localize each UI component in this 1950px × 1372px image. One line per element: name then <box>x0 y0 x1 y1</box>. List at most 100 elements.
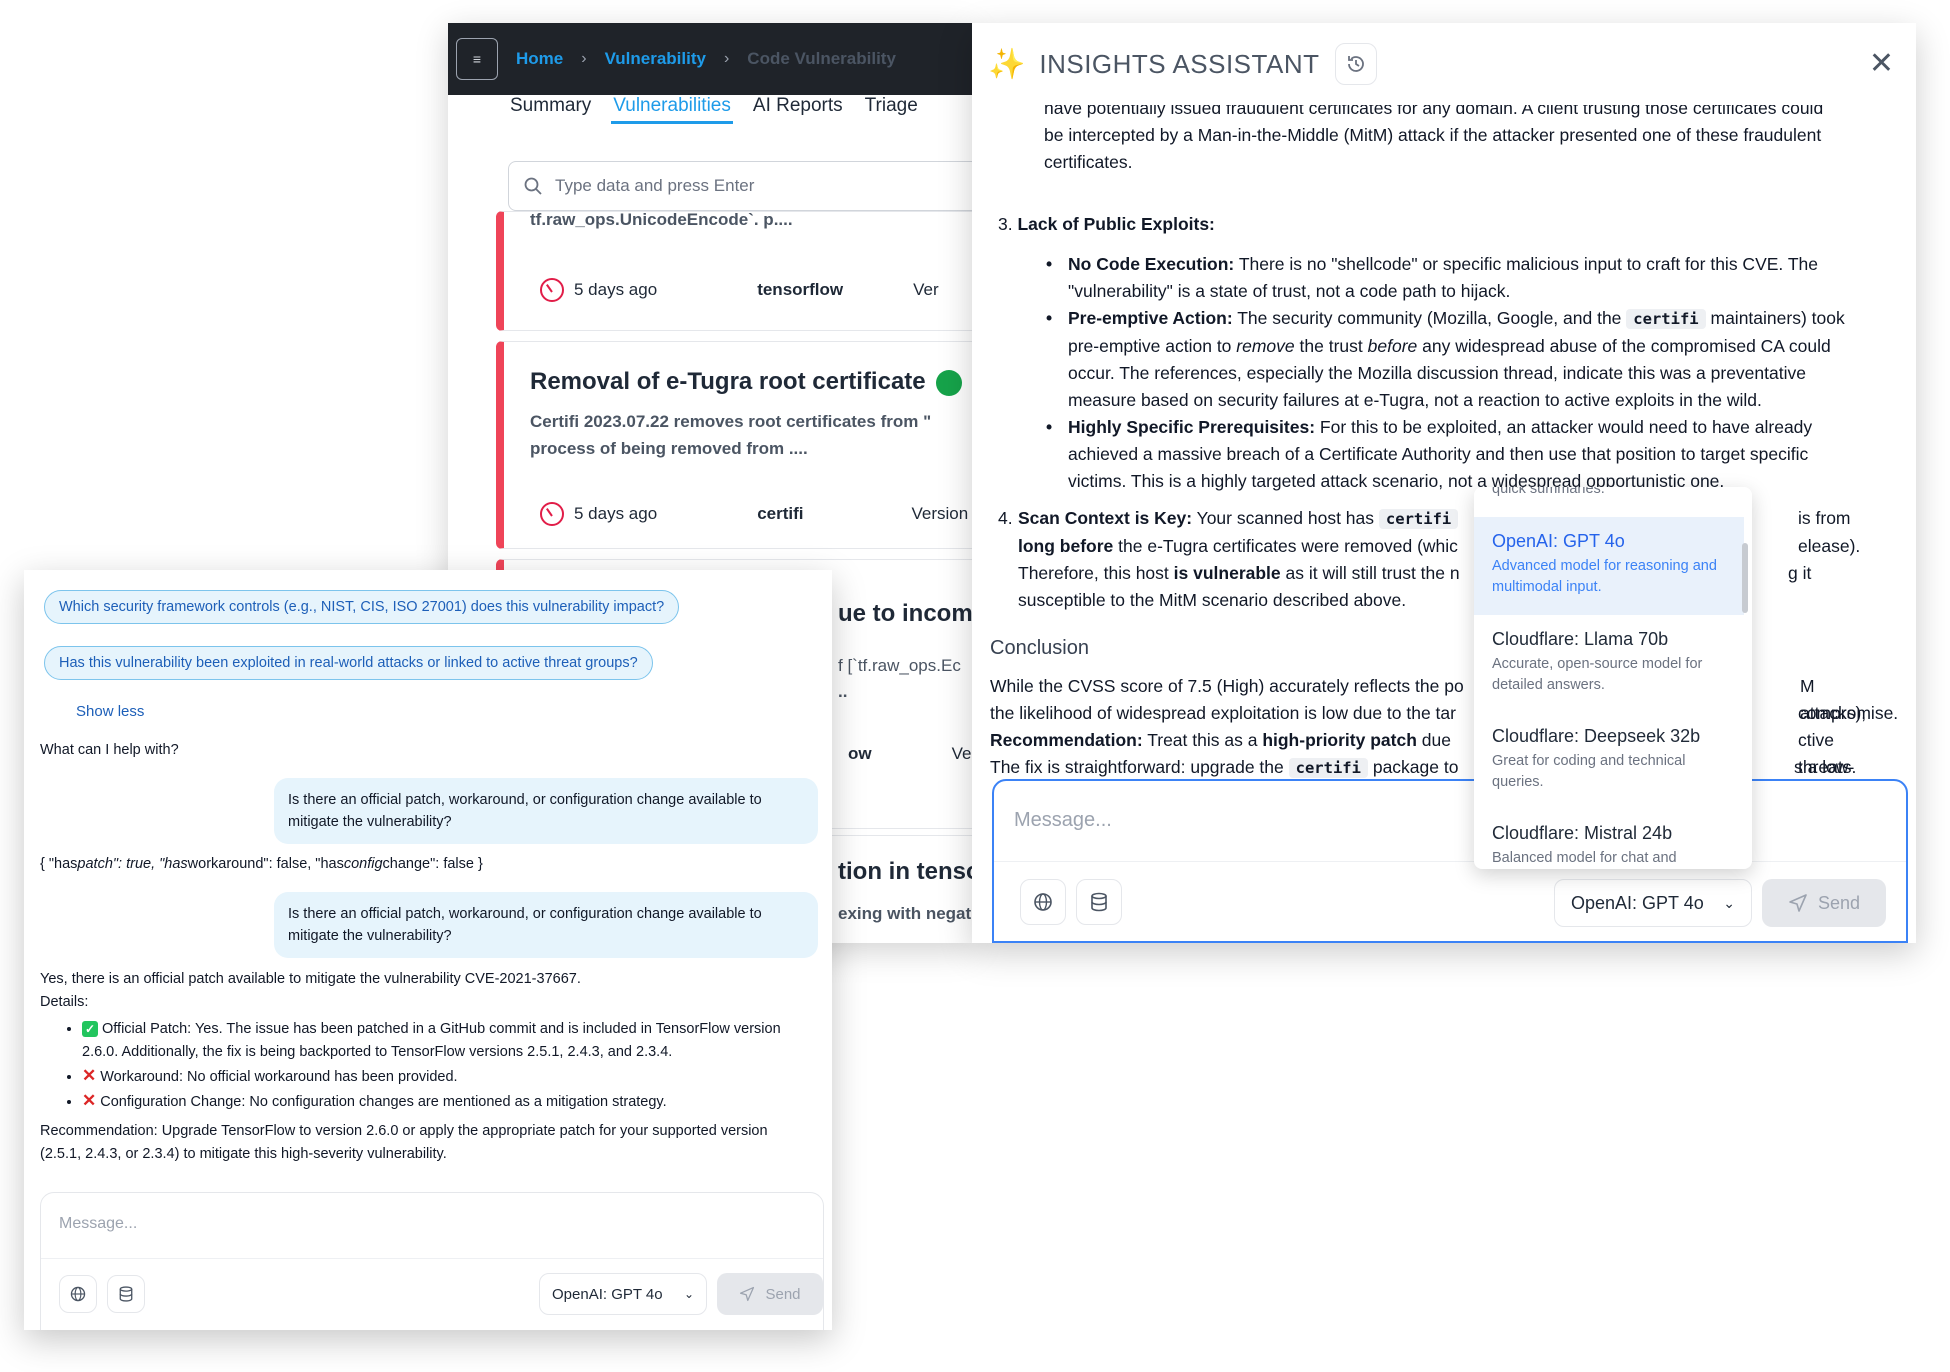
database-button[interactable] <box>1076 879 1122 925</box>
assistant-response: have potentially issued fraudulent certi… <box>972 105 1916 805</box>
model-option-mistral-24b[interactable]: Cloudflare: Mistral 24b Balanced model f… <box>1474 809 1744 869</box>
card-package: tensorflow <box>757 280 844 299</box>
assistant-json-response: { "haspatch": true, "hasworkaround": fal… <box>40 856 483 872</box>
card-title-fragment: tion in tenso <box>838 858 972 885</box>
message-composer: Message... OpenAI: GPT 4o ⌄ Send <box>992 779 1908 943</box>
response-paragraph: have potentially issued fraudulent certi… <box>1044 105 1824 172</box>
vulnerability-card[interactable]: Removal of e-Tugra root certificate Cert… <box>496 341 972 549</box>
card-desc: process of being removed from .... <box>530 439 808 458</box>
option-name: OpenAI: GPT 4o <box>1492 531 1625 551</box>
insights-assistant-panel: ✨ INSIGHTS ASSISTANT ✕ have potentially … <box>972 23 1916 943</box>
chevron-right-icon: › <box>581 50 587 67</box>
globe-icon <box>1034 893 1052 911</box>
tab-summary[interactable]: Summary <box>508 95 593 124</box>
list-item: ✕Workaround: No official workaround has … <box>82 1064 800 1089</box>
model-select-value: OpenAI: GPT 4o <box>1571 892 1704 913</box>
breadcrumb-home[interactable]: Home <box>516 49 563 69</box>
user-message: Is there an official patch, workaround, … <box>274 892 818 958</box>
tab-ai-reports[interactable]: AI Reports <box>751 95 845 124</box>
search-input[interactable]: Type data and press Enter <box>508 161 972 211</box>
send-button[interactable]: Send <box>1762 879 1886 927</box>
list-item: ✕Configuration Change: No configuration … <box>82 1089 800 1114</box>
card-time: 5 days ago <box>574 280 658 299</box>
database-button[interactable] <box>107 1275 145 1313</box>
option-desc: Advanced model for reasoning and multimo… <box>1492 558 1717 595</box>
send-icon <box>740 1286 755 1302</box>
model-select[interactable]: OpenAI: GPT 4o ⌄ <box>1554 879 1752 927</box>
timer-icon <box>540 502 564 526</box>
dropdown-scrollbar[interactable] <box>1742 543 1748 613</box>
assistant-greeting: What can I help with? <box>40 742 179 758</box>
top-navbar: ≡ Home › Vulnerability › Code Vulnerabil… <box>448 23 972 95</box>
timer-icon <box>540 278 564 302</box>
card-desc-fragment: f [`tf.raw_ops.Ec <box>838 656 961 675</box>
message-composer: Message... OpenAI: GPT 4o ⌄ Send <box>40 1192 824 1330</box>
cross-icon: ✕ <box>82 1091 97 1110</box>
chevron-down-icon: ⌄ <box>683 1287 694 1301</box>
option-name: Cloudflare: Deepseek 32b <box>1492 726 1701 746</box>
divider <box>41 1258 823 1259</box>
tab-bar: Summary Vulnerabilities AI Reports Triag… <box>508 95 920 124</box>
globe-icon <box>70 1286 86 1302</box>
chevron-down-icon: ⌄ <box>1723 894 1735 911</box>
model-option-gpt-4o[interactable]: OpenAI: GPT 4o Advanced model for reason… <box>1474 517 1744 615</box>
card-desc-fragment: .. <box>838 682 848 701</box>
response-heading: Conclusion <box>990 637 1089 659</box>
model-select[interactable]: OpenAI: GPT 4o ⌄ <box>539 1273 707 1315</box>
assistant-title: INSIGHTS ASSISTANT <box>1039 48 1320 79</box>
tab-triage[interactable]: Triage <box>863 95 920 124</box>
chat-window: Which security framework controls (e.g.,… <box>24 570 832 1330</box>
close-icon[interactable]: ✕ <box>1869 49 1894 79</box>
answer-list: ✓Official Patch: Yes. The issue has been… <box>40 1018 800 1114</box>
user-message: Is there an official patch, workaround, … <box>274 778 818 844</box>
vulnerability-card[interactable]: tf.raw_ops.UnicodeEncode`. p.... 5 days … <box>496 211 972 331</box>
menu-toggle-button[interactable]: ≡ <box>456 38 498 80</box>
card-version: Ve <box>951 744 972 763</box>
database-icon <box>119 1286 133 1302</box>
option-desc: Balanced model for chat and <box>1492 850 1677 866</box>
divider <box>994 861 1906 862</box>
list-item: Highly Specific Prerequisites: For this … <box>1044 414 1864 495</box>
chevron-right-icon: › <box>723 50 730 67</box>
send-icon <box>1789 894 1807 912</box>
send-label: Send <box>1817 892 1861 913</box>
history-button[interactable] <box>1335 43 1378 85</box>
card-desc-fragment: tf.raw_ops.UnicodeEncode`. p.... <box>530 211 793 229</box>
cross-icon: ✕ <box>82 1066 97 1085</box>
option-name: Cloudflare: Mistral 24b <box>1492 823 1673 843</box>
web-search-button[interactable] <box>1020 879 1066 925</box>
list-item: ✓Official Patch: Yes. The issue has been… <box>82 1018 800 1064</box>
list-item: No Code Execution: There is no "shellcod… <box>1044 251 1864 305</box>
tab-vulnerabilities[interactable]: Vulnerabilities <box>611 95 733 124</box>
model-option-llama-70b[interactable]: Cloudflare: Llama 70b Accurate, open-sou… <box>1474 615 1744 710</box>
send-label: Send <box>765 1285 801 1303</box>
message-input[interactable]: Message... <box>59 1215 137 1233</box>
search-icon <box>524 177 542 195</box>
option-desc: Accurate, open-source model for detailed… <box>1492 656 1703 693</box>
option-name: Cloudflare: Llama 70b <box>1492 629 1669 649</box>
assistant-answer: Yes, there is an official patch availabl… <box>40 968 800 1166</box>
card-time: 5 days ago <box>574 504 658 523</box>
response-heading: 3. Lack of Public Exploits: <box>998 214 1215 234</box>
search-placeholder: Type data and press Enter <box>555 176 755 195</box>
database-icon <box>1091 892 1107 912</box>
card-version: Version <box>911 504 969 523</box>
card-package: certifi <box>757 504 804 523</box>
response-list: No Code Execution: There is no "shellcod… <box>1044 251 1864 495</box>
send-button[interactable]: Send <box>717 1273 823 1315</box>
message-input[interactable]: Message... <box>1014 809 1112 832</box>
card-package-fragment: ow <box>848 744 872 763</box>
card-desc-fragment: exing with negat <box>838 904 972 923</box>
menu-icon: ≡ <box>472 51 482 67</box>
assistant-header: ✨ INSIGHTS ASSISTANT ✕ <box>972 23 1916 105</box>
breadcrumb-current: Code Vulnerability <box>747 49 896 68</box>
option-desc: Great for coding and technical queries. <box>1492 753 1686 790</box>
show-less-link[interactable]: Show less <box>76 703 144 720</box>
breadcrumb-vulnerability[interactable]: Vulnerability <box>605 49 706 69</box>
model-option-deepseek-32b[interactable]: Cloudflare: Deepseek 32b Great for codin… <box>1474 712 1744 807</box>
suggestion-chip[interactable]: Has this vulnerability been exploited in… <box>44 646 653 680</box>
model-select-value: OpenAI: GPT 4o <box>552 1285 663 1303</box>
list-item: Pre-emptive Action: The security communi… <box>1044 305 1864 414</box>
suggestion-chip[interactable]: Which security framework controls (e.g.,… <box>44 590 680 624</box>
web-search-button[interactable] <box>59 1275 97 1313</box>
